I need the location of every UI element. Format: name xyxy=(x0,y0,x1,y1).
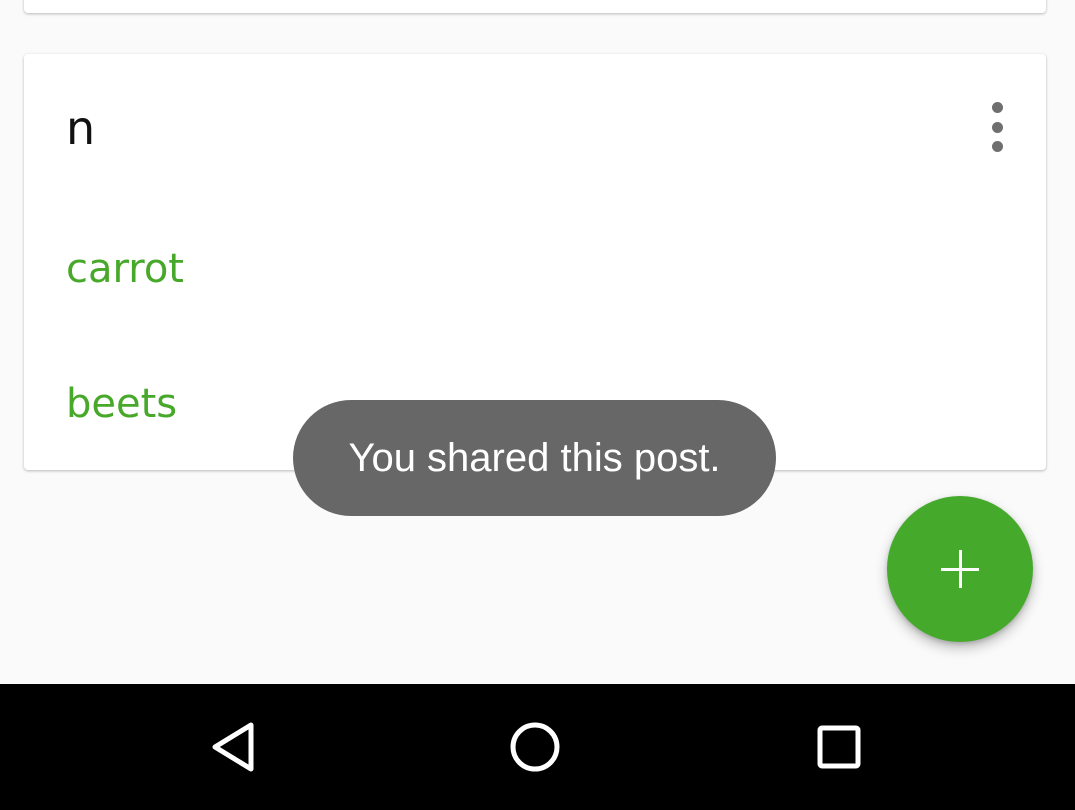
menu-dot xyxy=(991,121,1003,133)
recents-square-icon xyxy=(817,725,861,769)
toast: You shared this post. xyxy=(293,400,776,516)
back-triangle-icon xyxy=(212,722,254,772)
add-button[interactable] xyxy=(887,496,1033,642)
plus-icon xyxy=(958,550,962,588)
menu-dot xyxy=(991,141,1003,152)
back-button[interactable] xyxy=(200,714,266,780)
card-title: n xyxy=(66,101,96,155)
menu-dot xyxy=(991,102,1003,113)
list-item[interactable]: beets xyxy=(66,379,177,429)
more-vert-icon[interactable] xyxy=(984,102,1010,152)
previous-card[interactable] xyxy=(24,0,1046,13)
recents-button[interactable] xyxy=(806,714,872,780)
screen: n carrot beets You shared this post. xyxy=(0,0,1075,810)
toast-message: You shared this post. xyxy=(348,435,721,480)
home-circle-icon xyxy=(510,722,560,772)
home-button[interactable] xyxy=(502,714,568,780)
list-item[interactable]: carrot xyxy=(66,244,184,294)
system-nav-bar xyxy=(0,684,1075,810)
